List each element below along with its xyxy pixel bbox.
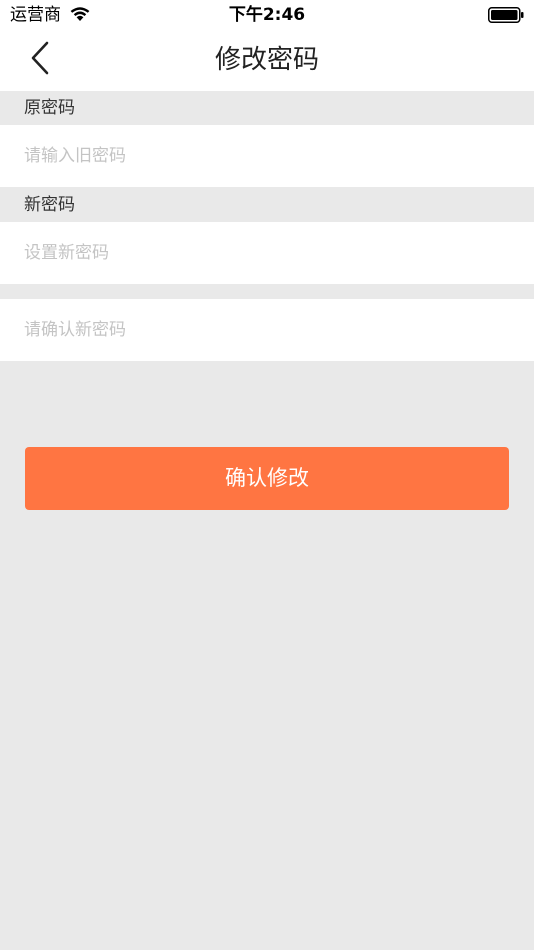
page-title: 修改密码 <box>214 45 319 75</box>
old-password-label: 原密码 <box>0 91 534 125</box>
confirm-password-row <box>0 299 534 361</box>
old-password-input[interactable] <box>0 125 534 187</box>
status-time: 下午2:46 <box>228 5 306 25</box>
confirm-password-input[interactable] <box>0 299 534 361</box>
status-bar: 运营商 下午2:46 <box>0 0 534 30</box>
new-password-input[interactable] <box>0 222 534 284</box>
new-password-row <box>0 222 534 284</box>
new-password-label: 新密码 <box>0 188 534 222</box>
back-button[interactable] <box>18 38 62 82</box>
change-password-screen: 运营商 下午2:46 修改密码 原密码 新密码 确认修改 <box>0 0 534 950</box>
nav-bar: 修改密码 <box>0 30 534 91</box>
confirm-change-button[interactable]: 确认修改 <box>25 447 509 510</box>
old-password-row <box>0 125 534 187</box>
chevron-left-icon <box>30 41 50 79</box>
battery-icon <box>488 7 524 23</box>
